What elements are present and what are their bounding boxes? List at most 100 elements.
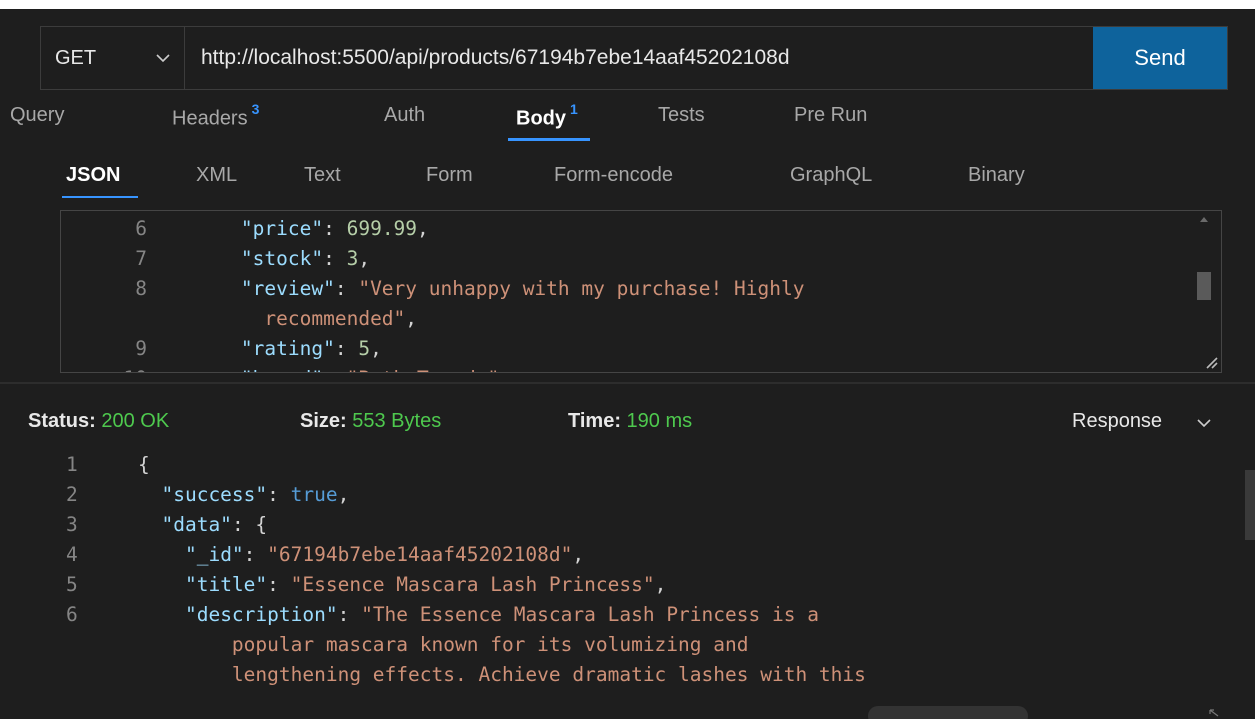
json-key: "brand" (241, 367, 323, 372)
tab-auth[interactable]: Auth (384, 104, 425, 127)
status-info: Status: 200 OK (28, 410, 169, 433)
json-separator: : (334, 277, 359, 300)
line-number: 10 (61, 364, 147, 372)
tab-form-encode[interactable]: Form-encode (554, 164, 673, 187)
response-status-bar: Status: 200 OK Size: 553 Bytes Time: 190… (0, 400, 1255, 444)
code-line: 2 "success": true, (0, 480, 866, 510)
tab-query[interactable]: Query (10, 104, 64, 127)
tab-label: Body (516, 107, 566, 130)
tab-body[interactable]: Body 1 (516, 101, 578, 131)
tab-text[interactable]: Text (304, 164, 341, 187)
resize-handle-icon[interactable] (1208, 708, 1220, 718)
panel-divider[interactable] (0, 382, 1255, 384)
size-label: Size: (300, 410, 347, 432)
tab-badge: 3 (251, 101, 260, 117)
floating-pill (868, 706, 1028, 719)
json-key: "title" (184, 573, 268, 596)
send-button[interactable]: Send (1093, 27, 1227, 89)
response-code: 1{2 "success": true, 3 "data": {4 "_id": … (0, 450, 866, 690)
json-separator: : (243, 543, 268, 566)
json-value: "The Essence Mascara Lash Princess is a (361, 603, 819, 626)
tab-pre-run[interactable]: Pre Run (794, 104, 867, 127)
json-text: popular mascara known for its volumizing… (231, 633, 749, 656)
response-scrollbar-thumb[interactable] (1245, 470, 1255, 540)
tab-form[interactable]: Form (426, 164, 473, 187)
tab-label: Headers (172, 107, 248, 130)
size-value: 553 Bytes (352, 410, 442, 432)
editor-scrollbar-thumb[interactable] (1197, 272, 1211, 300)
line-number: 9 (135, 337, 147, 360)
json-separator: : (323, 247, 347, 270)
json-punct: , (572, 543, 585, 566)
json-separator: : (231, 513, 256, 536)
scroll-up-icon[interactable] (1199, 215, 1209, 223)
resize-handle-icon[interactable] (1204, 355, 1218, 369)
code-line: 1{ (0, 450, 866, 480)
line-number: 4 (66, 543, 78, 566)
json-key: "_id" (184, 543, 244, 566)
status-label: Status: (28, 410, 96, 432)
json-key: "review" (240, 277, 335, 300)
tab-headers[interactable]: Headers 3 (172, 101, 260, 131)
json-separator: : (267, 483, 291, 506)
line-number: 6 (135, 217, 147, 240)
request-tabs: Query Headers 3 Auth Body 1 Tests Pre Run (0, 96, 1255, 142)
request-url-bar: GET Send (40, 26, 1228, 90)
body-format-tabs: JSON XML Text Form Form-encode GraphQL B… (0, 150, 1255, 200)
code-line: 6 "price": 699.99, (61, 214, 1191, 244)
code-line: 3 "data": { (0, 510, 866, 540)
tab-label: Auth (384, 104, 426, 126)
chevron-down-icon[interactable] (1196, 416, 1212, 430)
code-line: lengthening effects. Achieve dramatic la… (0, 660, 866, 690)
response-body-viewer: 1{2 "success": true, 3 "data": {4 "_id": … (0, 450, 1245, 719)
tab-label: Tests (658, 104, 705, 126)
line-number: 3 (66, 513, 78, 536)
code-line: 10 "brand": "Bath Trends" (61, 364, 1191, 372)
tab-tests[interactable]: Tests (658, 104, 705, 127)
tab-json[interactable]: JSON (66, 164, 120, 187)
tab-binary[interactable]: Binary (968, 164, 1025, 187)
json-value: { (255, 513, 268, 536)
code-line: 9 "rating": 5, (61, 334, 1191, 364)
code-line: 4 "_id": "67194b7ebe14aaf45202108d", (0, 540, 866, 570)
json-punct: , (337, 483, 350, 506)
json-value: "67194b7ebe14aaf45202108d" (267, 543, 573, 566)
json-punct: , (405, 307, 418, 330)
tab-graphql[interactable]: GraphQL (790, 164, 872, 187)
window-top-strip (0, 0, 1255, 9)
json-separator: : (323, 217, 347, 240)
request-body-editor[interactable]: 6 "price": 699.99, 7 "stock": 3, 8 "review… (60, 210, 1222, 373)
code-line: recommended", (61, 304, 1191, 334)
tab-xml[interactable]: XML (196, 164, 237, 187)
json-key: "description" (184, 603, 338, 626)
line-number: 5 (66, 573, 78, 596)
url-input[interactable] (185, 27, 1093, 89)
response-view-select[interactable]: Response (1072, 410, 1162, 433)
time-value: 190 ms (626, 410, 693, 432)
line-number: 8 (135, 277, 147, 300)
method-select[interactable]: GET (41, 27, 185, 89)
line-number: 7 (135, 247, 147, 270)
status-value: 200 OK (101, 410, 170, 432)
json-separator: : (323, 367, 346, 372)
code-line: 5 "title": "Essence Mascara Lash Princes… (0, 570, 866, 600)
time-label: Time: (568, 410, 621, 432)
tab-badge: 1 (570, 101, 578, 117)
json-value: recommended" (264, 307, 406, 330)
json-value: "Bath Trends" (347, 367, 500, 372)
json-value: 3 (346, 247, 359, 270)
method-label: GET (55, 46, 97, 69)
json-separator: : (334, 337, 359, 360)
active-tab-indicator (508, 138, 590, 141)
json-key: "price" (240, 217, 324, 240)
json-key: "rating" (240, 337, 335, 360)
